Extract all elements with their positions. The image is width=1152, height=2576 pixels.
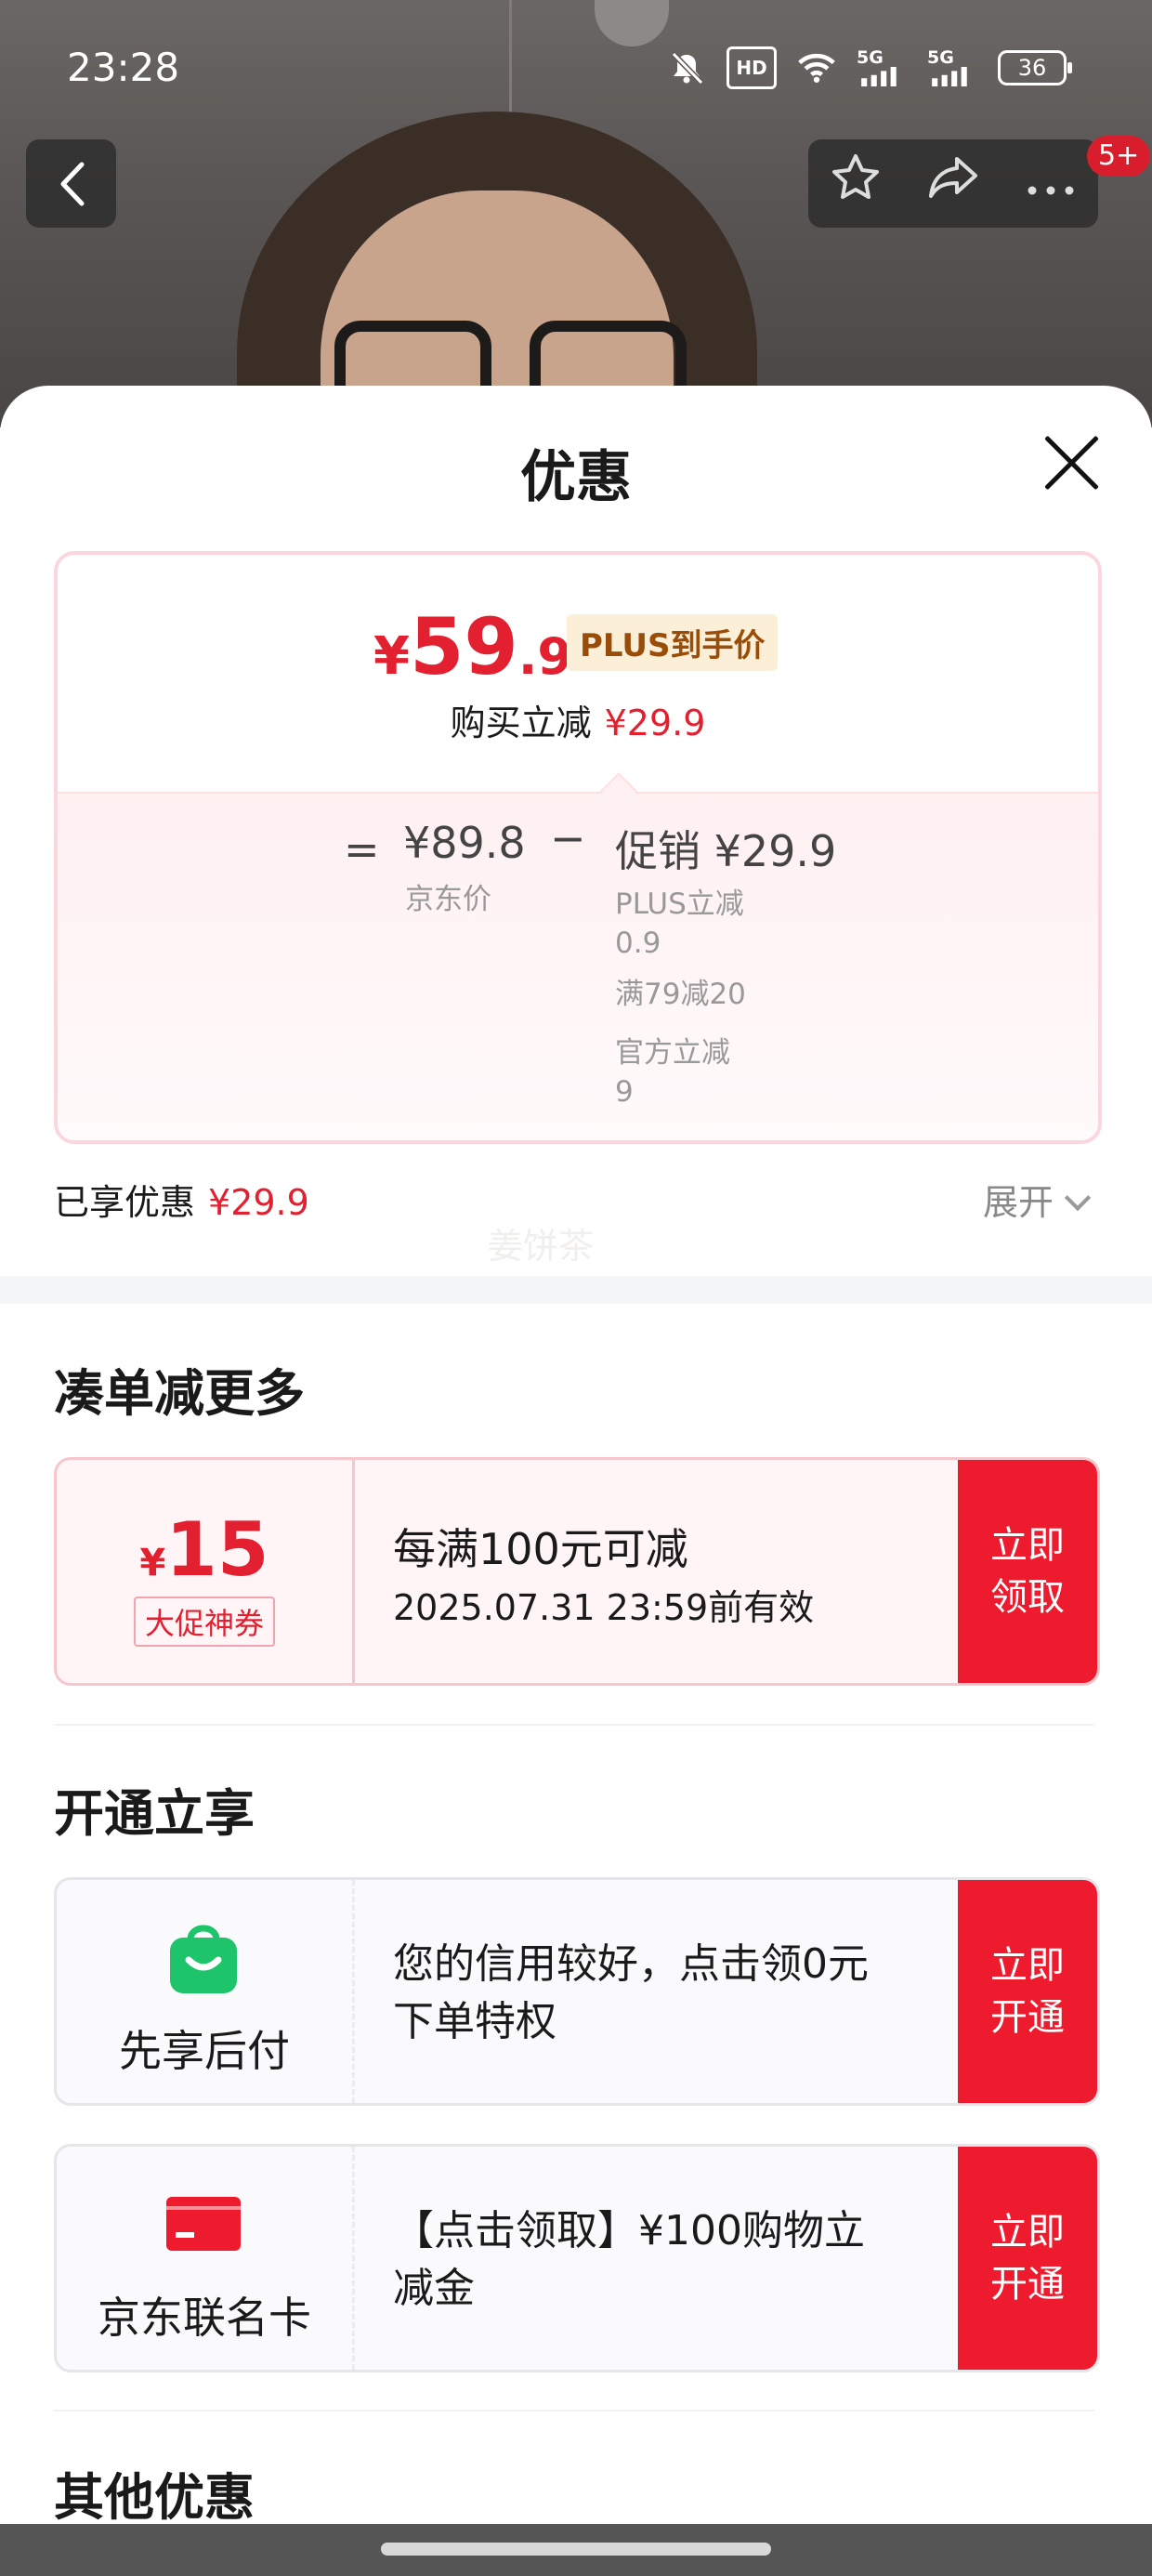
pay-later-card: 先享后付 您的信用较好，点击领0元 下单特权 立即 开通 <box>54 1877 1100 2106</box>
signal-icon-1: 5G <box>857 49 907 86</box>
promo-item: 0.9 <box>615 927 661 960</box>
favorite-star-icon[interactable] <box>830 151 882 216</box>
credit-card-icon <box>166 2197 241 2251</box>
buy-discount: 购买立减 ¥29.9 <box>450 703 706 743</box>
promo-total: 促销 ¥29.9 <box>615 826 837 876</box>
coupon-tag: 大促神券 <box>133 1597 275 1647</box>
mute-icon <box>667 49 706 86</box>
sheet-title: 优惠 <box>520 445 632 510</box>
signal-icon-2: 5G <box>927 49 977 86</box>
discount-sheet: 优惠 ¥59.9 PLUS到手价 购买立减 ¥29.9 = ¥89.8 京东价 −… <box>0 386 1152 2576</box>
chevron-left-icon <box>60 162 84 205</box>
clock: 23:28 <box>67 45 180 90</box>
top-action-group <box>808 139 1098 228</box>
battery-icon: 36 <box>998 50 1072 85</box>
coupon-validity: 2025.07.31 23:59前有效 <box>393 1587 815 1628</box>
ghost-text: 姜饼茶 <box>488 1226 595 1267</box>
plus-price-tag: PLUS到手价 <box>567 614 779 671</box>
status-bar: 23:28 HD 5G 5G 36 <box>0 0 1152 139</box>
promo-item: 官方立减 <box>615 1036 730 1070</box>
chevron-down-icon <box>1064 1184 1092 1212</box>
section-title-more: 凑单减更多 <box>54 1364 305 1423</box>
promo-item: 9 <box>615 1075 634 1109</box>
enjoyed-discount: 已享优惠 ¥29.9 <box>54 1182 309 1223</box>
home-indicator[interactable] <box>381 2543 771 2556</box>
pay-later-label: 先享后付 <box>119 2026 290 2076</box>
open-co-branded-card-button[interactable]: 立即 开通 <box>958 2147 1097 2370</box>
close-icon[interactable] <box>1041 432 1102 493</box>
message-badge: 5+ <box>1087 136 1151 177</box>
promo-item: PLUS立减 <box>615 887 744 921</box>
pay-later-desc: 您的信用较好，点击领0元 下单特权 <box>393 1940 869 2045</box>
more-icon[interactable] <box>1025 156 1077 212</box>
section-title-other: 其他优惠 <box>54 2468 255 2527</box>
coupon-rule: 每满100元可减 <box>393 1524 688 1574</box>
final-price: ¥59.9 <box>373 601 572 692</box>
hd-voice-icon: HD <box>727 46 777 89</box>
claim-coupon-button[interactable]: 立即 领取 <box>958 1460 1097 1683</box>
jd-price: ¥89.8 <box>403 818 526 868</box>
co-branded-card-desc: 【点击领取】¥100购物立 减金 <box>393 2207 865 2312</box>
co-branded-card: 京东联名卡 【点击领取】¥100购物立 减金 立即 开通 <box>54 2144 1100 2372</box>
price-breakdown-card: ¥59.9 PLUS到手价 购买立减 ¥29.9 = ¥89.8 京东价 − 促销… <box>54 551 1102 1144</box>
back-button[interactable] <box>26 139 116 228</box>
jd-price-label: 京东价 <box>405 883 491 916</box>
open-pay-later-button[interactable]: 立即 开通 <box>958 1880 1097 2103</box>
coupon-card: ¥15 大促神券 每满100元可减 2025.07.31 23:59前有效 立即… <box>54 1457 1100 1686</box>
wifi-icon <box>797 49 836 86</box>
expand-button[interactable]: 展开 <box>983 1174 1092 1225</box>
share-icon[interactable] <box>925 151 981 216</box>
minus-sign: − <box>550 813 586 863</box>
shopping-bag-icon <box>170 1925 237 1993</box>
co-branded-card-label: 京东联名卡 <box>98 2293 311 2343</box>
equals-sign: = <box>344 824 380 874</box>
coupon-amount: ¥15 <box>139 1506 269 1593</box>
promo-item: 满79减20 <box>615 978 746 1011</box>
section-title-open: 开通立享 <box>54 1784 255 1843</box>
section-divider <box>0 1276 1152 1304</box>
